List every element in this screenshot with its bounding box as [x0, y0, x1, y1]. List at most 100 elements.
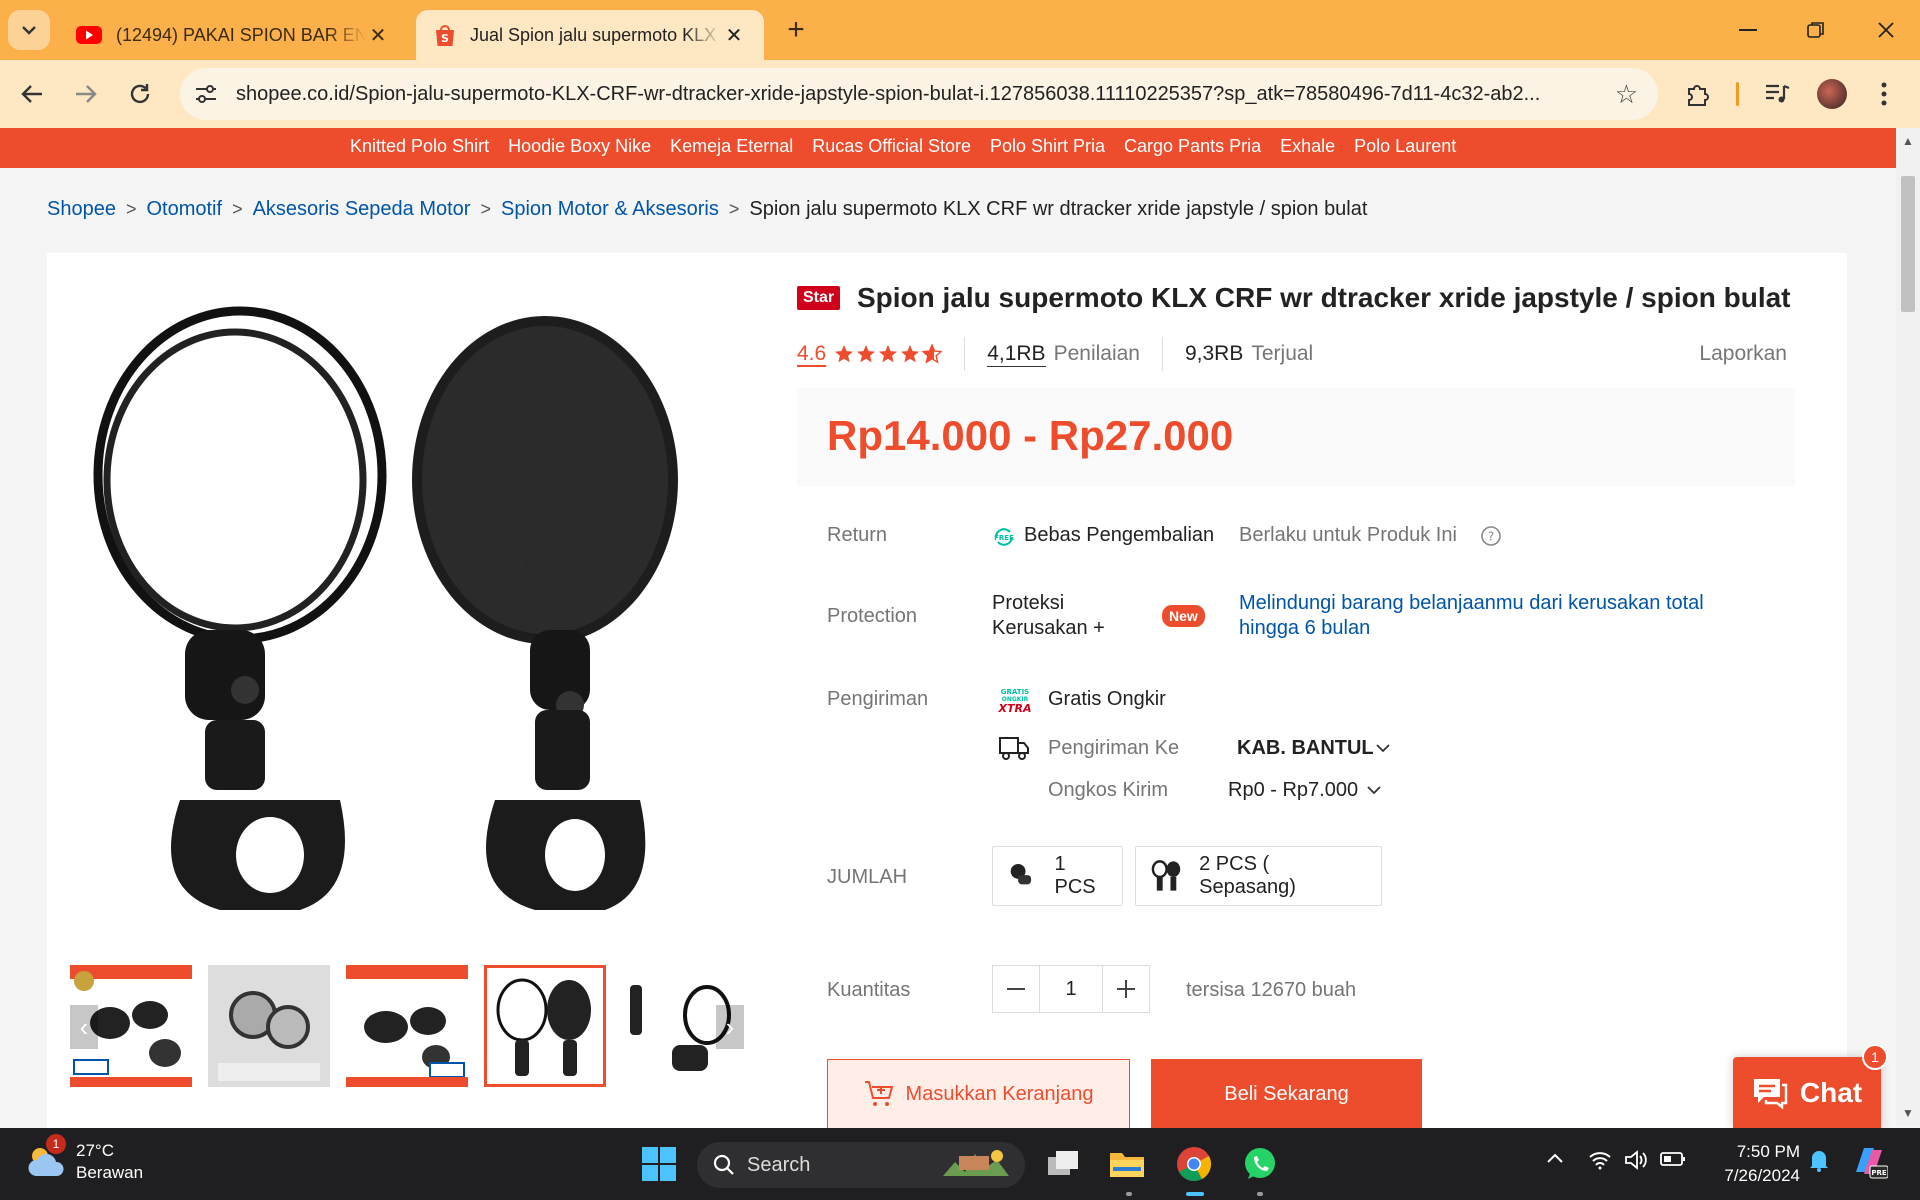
- category-link[interactable]: Exhale: [1280, 136, 1335, 157]
- decrease-quantity-button[interactable]: [993, 966, 1039, 1012]
- product-main-image[interactable]: [75, 300, 725, 930]
- forward-arrow-icon: [76, 85, 97, 103]
- notification-bell-icon[interactable]: [1808, 1148, 1830, 1178]
- scrollbar-thumb[interactable]: [1901, 176, 1915, 312]
- svg-text:PRE: PRE: [1871, 1169, 1887, 1177]
- chat-label: Chat: [1799, 1077, 1863, 1108]
- protection-description-line1[interactable]: Melindungi barang belanjaanmu dari kerus…: [1239, 592, 1704, 615]
- taskbar-clock[interactable]: 7:50 PM 7/26/2024: [1700, 1140, 1800, 1188]
- volume-icon[interactable]: [1624, 1150, 1648, 1176]
- address-bar[interactable]: shopee.co.id/Spion-jalu-supermoto-KLX-CR…: [180, 68, 1658, 120]
- scroll-down-icon[interactable]: ▼: [1902, 1106, 1914, 1120]
- site-info-button[interactable]: [186, 74, 226, 114]
- report-link[interactable]: Laporkan: [1699, 342, 1787, 366]
- new-tab-button[interactable]: +: [780, 14, 812, 46]
- weather-widget[interactable]: 27°C Berawan: [26, 1140, 143, 1184]
- category-bar: Knitted Polo Shirt Hoodie Boxy Nike Keme…: [0, 128, 1896, 168]
- thumbnail[interactable]: [208, 965, 330, 1087]
- category-link[interactable]: Polo Shirt Pria: [990, 136, 1105, 157]
- scroll-up-icon[interactable]: ▲: [1902, 134, 1914, 148]
- browser-toolbar: shopee.co.id/Spion-jalu-supermoto-KLX-CR…: [0, 60, 1920, 128]
- increase-quantity-button[interactable]: [1103, 966, 1149, 1012]
- close-icon: [1878, 22, 1894, 38]
- buy-now-button[interactable]: Beli Sekarang: [1151, 1059, 1422, 1129]
- clock-time: 7:50 PM: [1736, 1142, 1800, 1161]
- close-window-button[interactable]: [1866, 10, 1906, 50]
- close-icon[interactable]: ✕: [722, 23, 746, 48]
- divider: [964, 337, 966, 371]
- windows-logo-icon: [642, 1147, 676, 1181]
- task-view-button[interactable]: [1041, 1142, 1085, 1186]
- add-to-cart-label: Masukkan Keranjang: [905, 1082, 1094, 1105]
- profile-button[interactable]: [1812, 74, 1852, 114]
- chevron-down-icon[interactable]: [1374, 739, 1392, 762]
- start-button[interactable]: [637, 1142, 681, 1186]
- svg-text:S: S: [441, 32, 449, 45]
- breadcrumb-link[interactable]: Spion Motor & Aksesoris: [501, 198, 719, 221]
- forward-button[interactable]: [66, 74, 106, 114]
- search-placeholder: Search: [747, 1153, 811, 1176]
- breadcrumb-link[interactable]: Aksesoris Sepeda Motor: [253, 198, 471, 221]
- category-link[interactable]: Hoodie Boxy Nike: [508, 136, 651, 157]
- wifi-icon[interactable]: [1588, 1150, 1612, 1176]
- category-link[interactable]: Knitted Polo Shirt: [350, 136, 489, 157]
- whatsapp-button[interactable]: [1238, 1142, 1282, 1186]
- add-to-cart-button[interactable]: Masukkan Keranjang: [827, 1059, 1130, 1129]
- restore-icon: [1807, 22, 1824, 38]
- variant-option-2pcs[interactable]: 2 PCS ( Sepasang): [1135, 846, 1382, 906]
- add-cart-icon: [864, 1081, 893, 1106]
- shopee-icon: S: [436, 25, 454, 46]
- thumbnail-selected[interactable]: [484, 965, 606, 1087]
- shipping-cost-dropdown[interactable]: Rp0 - Rp7.000: [1228, 779, 1358, 802]
- search-icon: [713, 1154, 734, 1175]
- chevron-down-icon[interactable]: [1365, 781, 1383, 804]
- help-icon[interactable]: ?: [1480, 525, 1502, 552]
- chat-button[interactable]: Chat: [1733, 1057, 1881, 1129]
- breadcrumb: Shopee > Otomotif > Aksesoris Sepeda Mot…: [47, 198, 1367, 221]
- breadcrumb-link[interactable]: Shopee: [47, 198, 116, 221]
- thumbnail-image: [208, 965, 330, 1087]
- product-stats: 4.6 4,1RB Penilaian 9,3RB Terjual Lapork…: [797, 336, 1787, 372]
- shipping-to-dropdown[interactable]: KAB. BANTUL: [1237, 737, 1374, 760]
- bookmark-star-icon[interactable]: ☆: [1615, 80, 1638, 108]
- copilot-icon[interactable]: PRE: [1850, 1142, 1889, 1186]
- music-queue-icon: [1766, 84, 1790, 103]
- chrome-button[interactable]: [1172, 1142, 1216, 1186]
- shipping-label: Pengiriman: [827, 688, 929, 710]
- rating-value[interactable]: 4.6: [797, 342, 826, 366]
- svg-text:?: ?: [1488, 530, 1494, 544]
- tab-search-button[interactable]: [8, 10, 50, 50]
- category-link[interactable]: Rucas Official Store: [812, 136, 971, 157]
- tab-youtube[interactable]: (12494) PAKAI SPION BAR END ✕: [58, 10, 408, 60]
- minimize-button[interactable]: [1728, 10, 1768, 50]
- variant-option-1pcs[interactable]: 1 PCS: [992, 846, 1123, 906]
- tray-chevron-up-icon[interactable]: [1545, 1148, 1565, 1171]
- media-controls-button[interactable]: [1758, 74, 1798, 114]
- url-text[interactable]: shopee.co.id/Spion-jalu-supermoto-KLX-CR…: [236, 83, 1596, 106]
- extensions-button[interactable]: [1678, 74, 1718, 114]
- tab-shopee[interactable]: S Jual Spion jalu supermoto KLX CRF ✕: [416, 10, 764, 60]
- category-link[interactable]: Polo Laurent: [1354, 136, 1456, 157]
- thumbnail-prev-button[interactable]: ‹: [70, 1005, 98, 1049]
- chrome-icon: [1177, 1147, 1211, 1181]
- windows-taskbar: 27°C Berawan 1 Search 7:50 PM 7/26/2024: [0, 1128, 1920, 1200]
- breadcrumb-link[interactable]: Otomotif: [146, 198, 222, 221]
- close-icon[interactable]: ✕: [366, 23, 390, 48]
- file-explorer-button[interactable]: [1105, 1142, 1149, 1186]
- taskbar-search[interactable]: Search: [697, 1142, 1025, 1188]
- thumbnail[interactable]: [346, 965, 468, 1087]
- category-link[interactable]: Kemeja Eternal: [670, 136, 793, 157]
- battery-icon[interactable]: [1660, 1150, 1686, 1173]
- category-link[interactable]: Cargo Pants Pria: [1124, 136, 1261, 157]
- back-button[interactable]: [12, 74, 52, 114]
- whatsapp-icon: [1245, 1148, 1275, 1179]
- page-scrollbar[interactable]: ▲ ▼: [1896, 128, 1920, 1126]
- reviews-count[interactable]: 4,1RB: [987, 342, 1046, 367]
- reload-button[interactable]: [120, 74, 160, 114]
- restore-button[interactable]: [1796, 10, 1836, 50]
- browser-menu-button[interactable]: [1864, 74, 1904, 114]
- protection-description-line2[interactable]: hingga 6 bulan: [1239, 617, 1370, 640]
- thumbnail-next-button[interactable]: ›: [716, 1005, 744, 1049]
- reload-icon: [130, 84, 150, 104]
- quantity-input[interactable]: 1: [1039, 966, 1103, 1012]
